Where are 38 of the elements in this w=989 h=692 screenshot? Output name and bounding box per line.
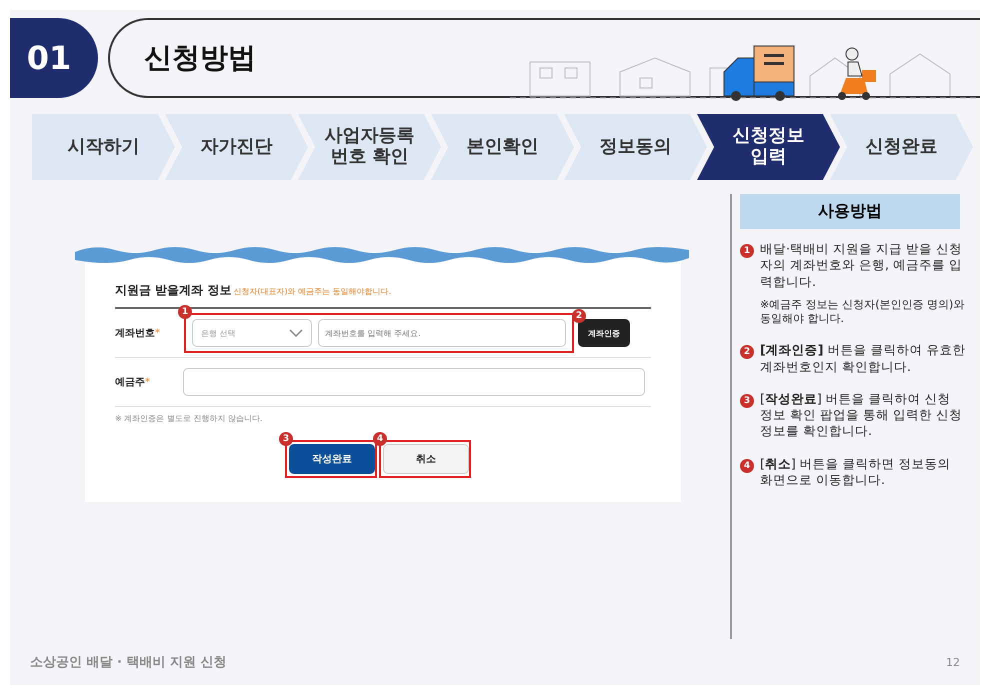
page-number: 12 [946,656,960,668]
form-heading-note: 신청자(대표자)와 예금주는 동일해야합니다. [233,286,392,297]
form-heading: 지원금 받을계좌 정보 [115,282,232,299]
progress-step: 정보동의 [564,114,707,180]
callout-number: 2 [572,309,586,323]
callout-number: 4 [373,432,387,446]
step-number-badge: 3 [740,394,754,408]
required-mark: * [155,328,161,338]
notice-text: ※ 계좌인증은 별도로 진행하지 않습니다. [115,413,264,425]
step-number-badge: 2 [740,345,754,360]
guide-text: 배달·택배비 지원을 지급 받을 신청자의 계좌번호와 은행, 예금주를 입력합니다. [760,241,963,290]
progress-step: 사업자등록 번호 확인 [298,114,441,180]
callout-number: 3 [279,432,293,446]
guide-text: [작성완료] 버튼을 클릭하여 신청 정보 확인 팝업을 통해 입력한 신청정보를 확인합니다. [760,390,963,440]
progress-step: 본인확인 [431,114,574,180]
required-mark: * [145,376,151,388]
guide-title: 사용방법 [740,194,960,229]
progress-step: 자가진단 [165,114,308,180]
progress-step: 신청정보 입력 [697,114,840,180]
step-number-badge: 1 [740,244,754,258]
step-number-badge: 4 [740,458,754,473]
guide-text: [취소] 버튼을 클릭하면 정보동의 화면으로 이동합니다. [760,456,952,488]
field-label: 예금주 [115,376,145,389]
submit-button[interactable]: 작성완료 [289,444,375,474]
progress-step: 신청완료 [830,114,973,180]
account-holder-field[interactable] [183,368,645,396]
callout-number: 1 [178,305,192,319]
progress-step: 시작하기 [32,114,175,180]
footer-title: 소상공인 배달 · 택배비 지원 신청 [30,654,227,671]
cancel-button[interactable]: 취소 [383,444,469,474]
guide-text: [계좌인증] 버튼을 클릭하여 유효한 계좌번호인지 확인합니다. [760,342,966,375]
verify-account-button[interactable]: 계좌인증 [578,319,630,347]
guide-note: ※예금주 정보는 신청자(본인인증 명의)와 동일해야 합니다. [760,298,966,326]
field-label: 계좌번호 [115,327,155,340]
chevron-down-icon [289,329,303,337]
page-title: 신청방법 [144,40,256,76]
account-number-field[interactable]: 계좌번호를 입력해 주세요. [318,319,566,347]
section-number-badge: 01 [10,18,98,98]
